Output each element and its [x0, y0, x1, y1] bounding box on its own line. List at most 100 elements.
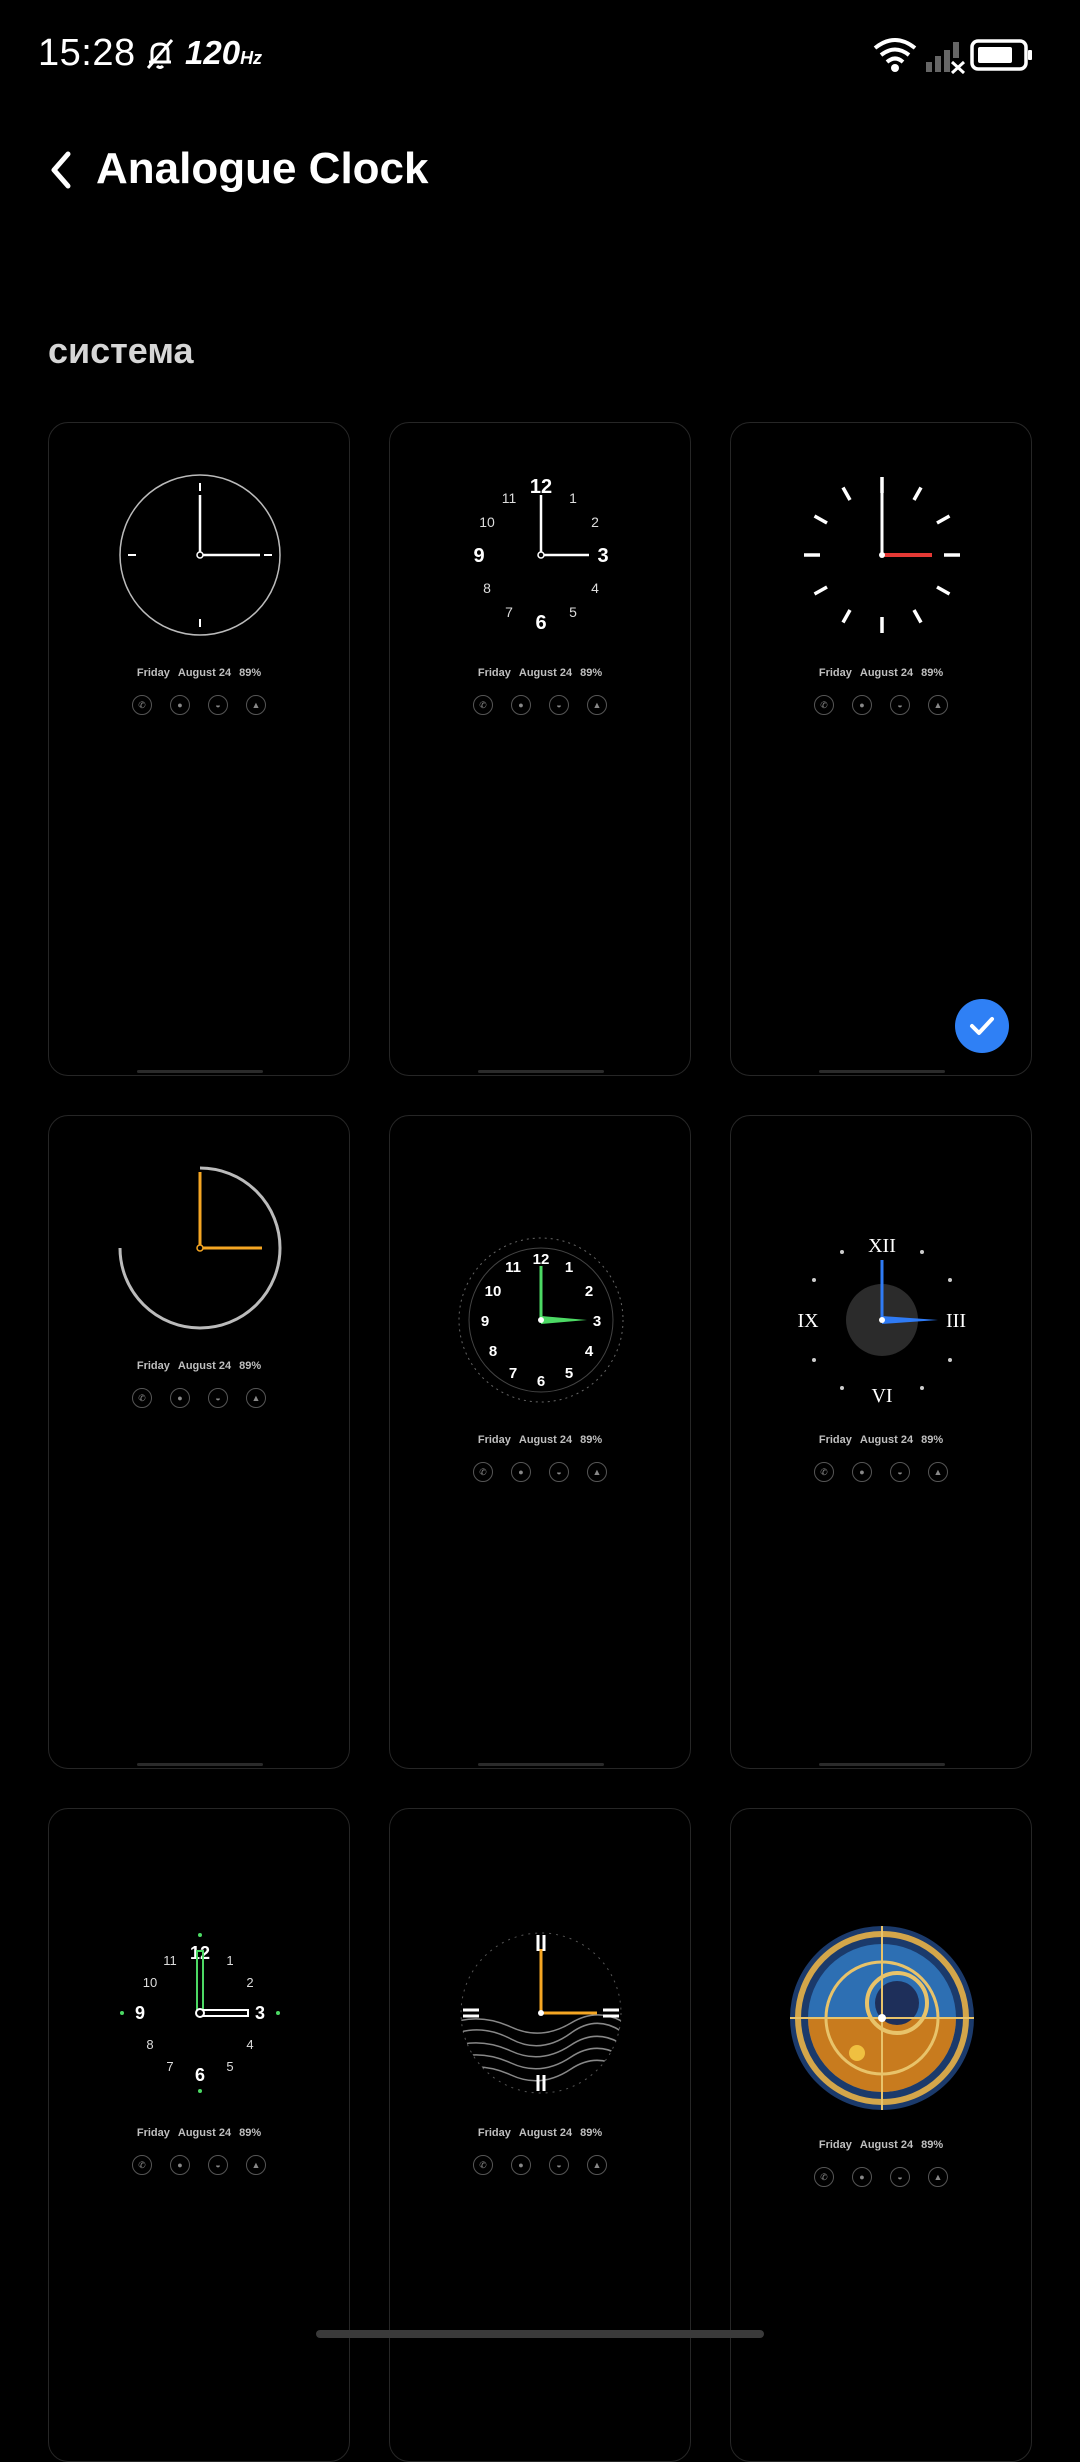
clock-face-preview: 12 1 2 3 4 5 6 7 8 9 10 11	[473, 476, 608, 634]
clock-numeral: 11	[505, 1259, 521, 1276]
home-indicator	[137, 1763, 263, 1766]
clock-numeral: 9	[135, 2003, 145, 2023]
clock-card-8[interactable]: Friday August 24 89% ✆ ● ◒ ▲	[389, 1808, 691, 2462]
card-info: Friday August 24 89%	[818, 2139, 944, 2151]
phone-icon: ✆	[814, 1462, 834, 1482]
clock-card-5[interactable]: 12 1 2 3 4 5 6 7 8 9 10 11 Friday August …	[389, 1115, 691, 1769]
home-indicator	[137, 1070, 263, 1073]
phone-icon: ✆	[132, 695, 152, 715]
clock-numeral: 8	[489, 1343, 497, 1360]
clock-numeral: 11	[163, 1953, 177, 1968]
home-indicator	[478, 1070, 604, 1073]
card-info: Friday August 24 89%	[136, 667, 262, 679]
clock-numeral: 8	[146, 2037, 153, 2052]
clock-numeral: 2	[585, 1283, 593, 1300]
clock-numeral: 12	[190, 1943, 210, 1963]
card-info: Friday August 24 89%	[477, 1434, 603, 1446]
wifi-icon	[873, 38, 917, 72]
card-info: Friday August 24 89%	[477, 667, 603, 679]
clock-numeral: 3	[255, 2003, 265, 2023]
shortcut-icons: ✆ ● ◒ ▲	[390, 695, 690, 715]
clock-card-1[interactable]: Friday August 24 89% ✆ ● ◒ ▲	[48, 422, 350, 1076]
clock-face-preview	[118, 1166, 282, 1330]
card-info: Friday August 24 89%	[136, 1360, 262, 1372]
home-indicator	[819, 1070, 945, 1073]
scroll-indicator	[316, 2330, 764, 2338]
chat-icon: ◒	[208, 2155, 228, 2175]
page-title: Analogue Clock	[96, 144, 429, 193]
clock-numeral: 11	[502, 490, 517, 506]
clock-numeral: 4	[246, 2037, 253, 2052]
home-indicator	[819, 1763, 945, 1766]
chat-icon: ◒	[208, 695, 228, 715]
chat-icon: ◒	[549, 1462, 569, 1482]
shortcut-icons: ✆ ● ◒ ▲	[49, 695, 349, 715]
camera-icon: ●	[170, 2155, 190, 2175]
clock-numeral: 3	[593, 1313, 601, 1330]
clock-numeral: 6	[535, 612, 546, 634]
clock-numeral: 7	[166, 2059, 173, 2074]
clock-numeral: XII	[868, 1235, 896, 1257]
shortcut-icons: ✆ ● ◒ ▲	[390, 2155, 690, 2175]
phone-icon: ✆	[473, 695, 493, 715]
clock-numeral: IX	[797, 1310, 819, 1332]
cellular-signal-icon	[926, 42, 966, 74]
clock-numeral: 9	[473, 545, 484, 567]
status-time: 15:28	[38, 32, 136, 74]
chat-icon: ◒	[208, 1388, 228, 1408]
clock-numeral: 12	[533, 1251, 550, 1268]
shortcut-icons: ✆ ● ◒ ▲	[731, 695, 1031, 715]
chat-icon: ◒	[890, 1462, 910, 1482]
clock-numeral: 10	[479, 514, 495, 530]
clock-face-preview	[804, 477, 960, 633]
bell-icon: ▲	[246, 2155, 266, 2175]
chat-icon: ◒	[890, 2167, 910, 2187]
clock-numeral: 1	[226, 1953, 233, 1968]
bell-icon: ▲	[246, 1388, 266, 1408]
selected-check-icon	[955, 999, 1009, 1053]
bell-icon: ▲	[246, 695, 266, 715]
clock-numeral: 7	[509, 1365, 517, 1382]
clock-numeral: 10	[143, 1975, 157, 1990]
clock-numeral: 5	[569, 604, 577, 620]
clock-face-preview: 12 1 2 3 4 5 6 7 8 9 10 11	[120, 1933, 280, 2093]
shortcut-icons: ✆ ● ◒ ▲	[49, 1388, 349, 1408]
clock-numeral: 6	[195, 2065, 205, 2085]
chevron-left-icon[interactable]	[40, 144, 84, 196]
clock-numeral: III	[946, 1310, 966, 1332]
clock-face-preview	[460, 1932, 622, 2094]
chat-icon: ◒	[549, 2155, 569, 2175]
clock-numeral: 7	[505, 604, 513, 620]
bell-icon: ▲	[587, 2155, 607, 2175]
clock-numeral: 8	[483, 580, 491, 596]
camera-icon: ●	[852, 2167, 872, 2187]
bell-icon: ▲	[928, 1462, 948, 1482]
shortcut-icons: ✆ ● ◒ ▲	[390, 1462, 690, 1482]
clock-face-preview	[119, 474, 281, 636]
clock-numeral: 5	[565, 1365, 573, 1382]
clock-numeral: 1	[569, 490, 577, 506]
camera-icon: ●	[511, 1462, 531, 1482]
clock-numeral: 3	[597, 545, 608, 567]
shortcut-icons: ✆ ● ◒ ▲	[731, 1462, 1031, 1482]
bell-icon: ▲	[587, 1462, 607, 1482]
phone-icon: ✆	[473, 1462, 493, 1482]
clock-numeral: 4	[585, 1343, 594, 1360]
clock-card-4[interactable]: Friday August 24 89% ✆ ● ◒ ▲	[48, 1115, 350, 1769]
clock-card-3[interactable]: Friday August 24 89% ✆ ● ◒ ▲	[730, 422, 1032, 1076]
clock-card-7[interactable]: 12 1 2 3 4 5 6 7 8 9 10 11 Friday August …	[48, 1808, 350, 2462]
mute-bell-icon	[146, 39, 174, 69]
clock-numeral: 10	[485, 1283, 502, 1300]
chat-icon: ◒	[890, 695, 910, 715]
astronomical-clock-icon	[790, 1926, 974, 2110]
shortcut-icons: ✆ ● ◒ ▲	[49, 2155, 349, 2175]
card-info: Friday August 24 89%	[818, 667, 944, 679]
clock-card-9[interactable]: Friday August 24 89% ✆ ● ◒ ▲	[730, 1808, 1032, 2462]
camera-icon: ●	[170, 695, 190, 715]
clock-numeral: 5	[226, 2059, 233, 2074]
clock-card-6[interactable]: XII III VI IX Friday August 24 89% ✆ ● ◒ ▲	[730, 1115, 1032, 1769]
phone-icon: ✆	[814, 2167, 834, 2187]
clock-face-preview: XII III VI IX	[797, 1235, 966, 1407]
clock-card-2[interactable]: 12 1 2 3 4 5 6 7 8 9 10 11 Friday August …	[389, 422, 691, 1076]
clock-numeral: 2	[591, 514, 599, 530]
